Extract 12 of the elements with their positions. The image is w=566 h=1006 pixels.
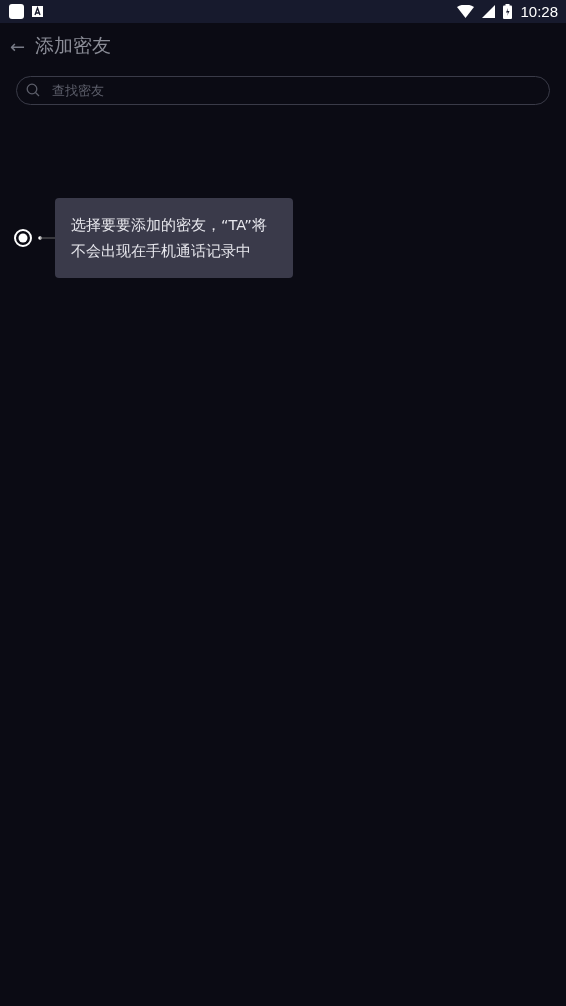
guide-tooltip: 选择要要添加的密友，“TA”将不会出现在手机通话记录中 (55, 198, 293, 278)
guide-pointer-icon (13, 228, 55, 248)
signal-icon (482, 5, 496, 18)
page-title: 添加密友 (35, 33, 112, 58)
app-icon (9, 4, 24, 19)
back-button[interactable]: ← (10, 35, 26, 57)
search-icon (26, 83, 40, 97)
notification-icon (32, 6, 43, 17)
status-time: 10:28 (520, 3, 558, 20)
wifi-icon (457, 5, 475, 18)
battery-icon (503, 4, 513, 19)
search-field[interactable]: 查找密友 (16, 76, 550, 105)
